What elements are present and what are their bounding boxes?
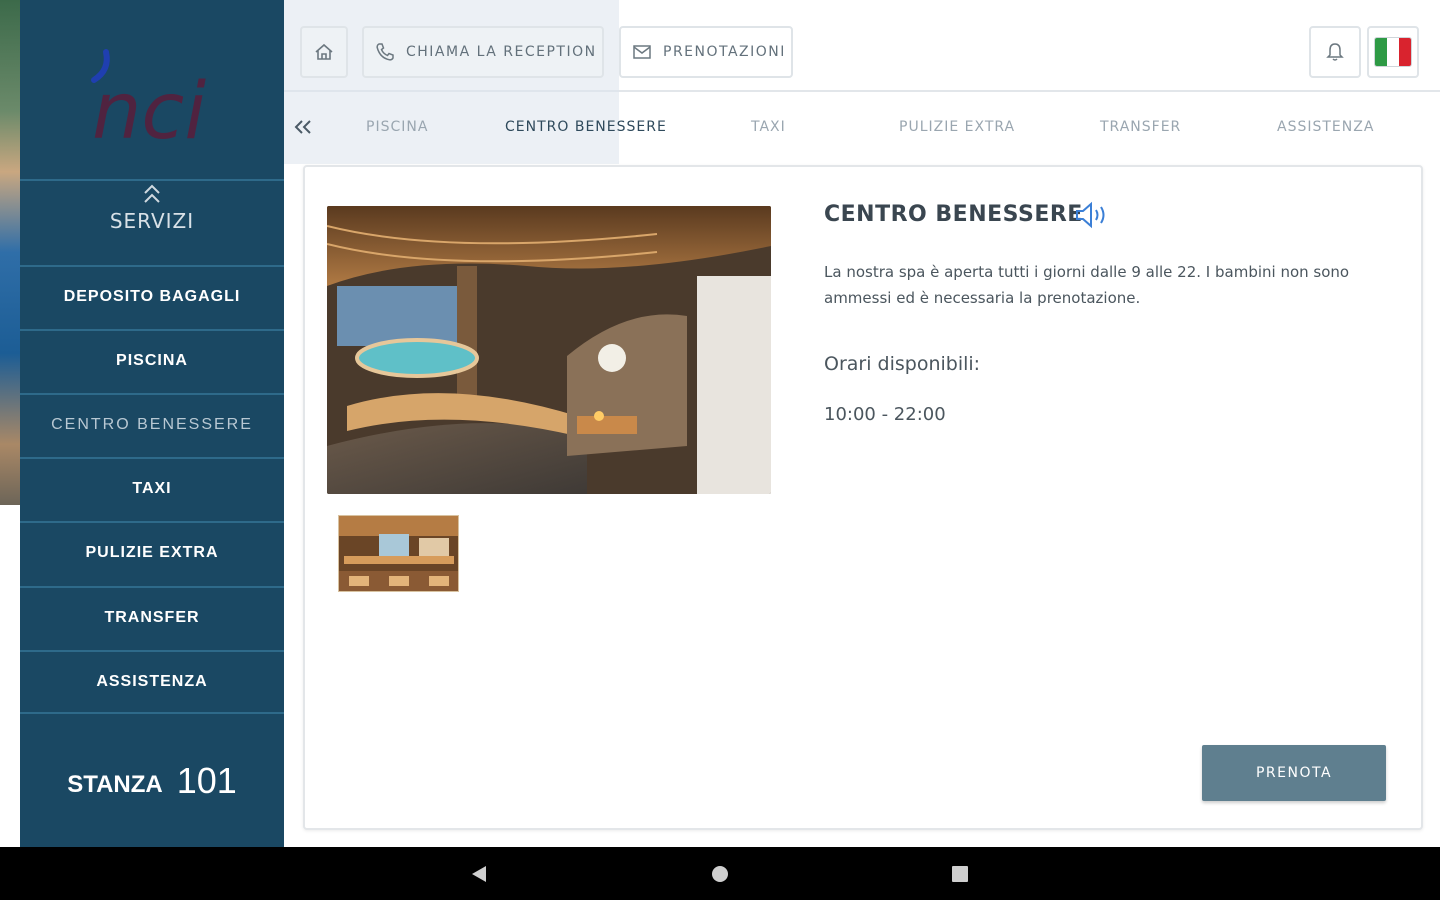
hours-value: 10:00 - 22:00 — [824, 404, 946, 425]
detail-description: La nostra spa è aperta tutti i giorni da… — [824, 263, 1350, 307]
mail-icon — [633, 45, 651, 59]
recent-apps-square-icon[interactable] — [951, 865, 969, 883]
bookings-button[interactable]: PRENOTAZIONI — [619, 26, 793, 78]
double-chevron-left-icon[interactable] — [290, 114, 316, 140]
speaker-icon[interactable] — [1073, 199, 1115, 231]
system-nav-bar — [0, 847, 1440, 900]
sidebar-item-pulizie-extra[interactable]: PULIZIE EXTRA — [20, 521, 284, 583]
language-button[interactable] — [1367, 26, 1419, 78]
sidebar-item-transfer[interactable]: TRANSFER — [20, 586, 284, 648]
service-detail-card: CENTRO BENESSERE La nostra spa è aperta … — [303, 165, 1423, 830]
bookings-label: PRENOTAZIONI — [663, 44, 786, 60]
call-reception-button[interactable]: CHIAMA LA RECEPTION — [362, 26, 604, 78]
sidebar-item-taxi[interactable]: TAXI — [20, 457, 284, 519]
tab-taxi[interactable]: TAXI — [751, 119, 786, 135]
sidebar-item-centro-benessere[interactable]: CENTRO BENESSERE — [20, 393, 284, 455]
call-reception-label: CHIAMA LA RECEPTION — [406, 44, 597, 60]
bell-icon — [1326, 43, 1344, 61]
notifications-button[interactable] — [1309, 26, 1361, 78]
hotel-logo: nci — [20, 40, 284, 157]
sidebar-item-piscina[interactable]: PISCINA — [20, 329, 284, 391]
home-icon — [315, 43, 333, 60]
room-indicator: STANZA 101 — [20, 712, 284, 847]
back-triangle-icon[interactable] — [470, 865, 488, 883]
phone-icon — [376, 43, 394, 61]
sidebar: nci SERVIZI DEPOSITO BAGAGLI PISCINA CEN… — [20, 0, 284, 847]
top-bar: CHIAMA LA RECEPTION PRENOTAZIONI — [284, 0, 1440, 164]
book-button[interactable]: PRENOTA — [1202, 745, 1386, 801]
italy-flag-icon — [1374, 37, 1412, 67]
logo-text: nci — [92, 67, 206, 150]
room-number: 101 — [176, 759, 237, 801]
background-photo-strip — [0, 0, 20, 505]
tab-piscina[interactable]: PISCINA — [366, 119, 428, 135]
chevron-up-icon — [144, 184, 160, 203]
tab-centro-benessere[interactable]: CENTRO BENESSERE — [505, 119, 667, 135]
home-button[interactable] — [300, 26, 348, 78]
spa-main-photo — [327, 206, 771, 494]
tab-pulizie-extra[interactable]: PULIZIE EXTRA — [899, 119, 1015, 135]
detail-title: CENTRO BENESSERE — [824, 202, 1083, 227]
spa-thumbnail[interactable] — [338, 515, 459, 592]
tab-transfer[interactable]: TRANSFER — [1100, 119, 1181, 135]
sidebar-item-deposito-bagagli[interactable]: DEPOSITO BAGAGLI — [20, 265, 284, 327]
room-label: STANZA — [67, 770, 163, 798]
sidebar-item-assistenza[interactable]: ASSISTENZA — [20, 650, 284, 712]
services-header[interactable]: SERVIZI — [20, 179, 284, 265]
service-tabs: PISCINA CENTRO BENESSERE TAXI PULIZIE EX… — [284, 94, 1440, 164]
tab-assistenza[interactable]: ASSISTENZA — [1277, 119, 1374, 135]
hours-label: Orari disponibili: — [824, 353, 981, 375]
home-circle-icon[interactable] — [711, 865, 729, 883]
services-title: SERVIZI — [109, 209, 195, 233]
